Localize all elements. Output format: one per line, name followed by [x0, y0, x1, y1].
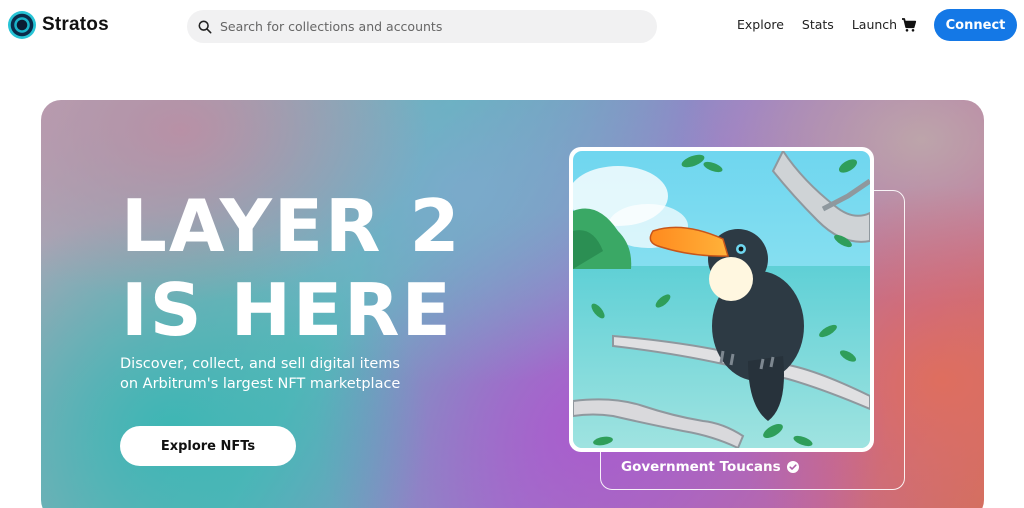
nav-explore-link[interactable]: Explore — [737, 17, 784, 32]
hero-subtitle-line: on Arbitrum's largest NFT marketplace — [120, 376, 401, 392]
nav-launch-link[interactable]: Launch — [852, 17, 897, 32]
hero-subtitle: Discover, collect, and sell digital item… — [120, 354, 440, 394]
featured-collection-card[interactable] — [569, 147, 874, 452]
featured-collection-caption[interactable]: Government Toucans — [621, 459, 799, 475]
brand-name: Stratos — [42, 14, 109, 35]
collection-name: Government Toucans — [621, 459, 781, 475]
search-bar[interactable] — [187, 10, 657, 43]
hero-title: LAYER 2 IS HERE — [121, 184, 462, 352]
brand-logo[interactable]: Stratos — [8, 11, 109, 39]
hero-subtitle-line: Discover, collect, and sell digital item… — [120, 356, 400, 372]
toucan-illustration — [573, 151, 870, 448]
stratos-logo-icon — [8, 11, 36, 39]
hero-title-line: IS HERE — [121, 268, 453, 352]
search-icon — [198, 20, 212, 33]
hero-banner: LAYER 2 IS HERE Discover, collect, and s… — [41, 100, 984, 508]
search-input[interactable] — [220, 19, 657, 34]
verified-badge-icon — [786, 461, 799, 473]
hero-title-line: LAYER 2 — [121, 184, 462, 268]
top-navbar: Stratos Explore Stats Launch Connect — [0, 0, 1024, 50]
explore-nfts-button[interactable]: Explore NFTs — [120, 426, 296, 466]
nav-stats-link[interactable]: Stats — [802, 17, 834, 32]
main-nav: Explore Stats Launch — [737, 17, 897, 32]
cart-icon[interactable] — [901, 17, 917, 33]
featured-nft-image — [573, 151, 870, 448]
connect-wallet-button[interactable]: Connect — [934, 9, 1017, 41]
